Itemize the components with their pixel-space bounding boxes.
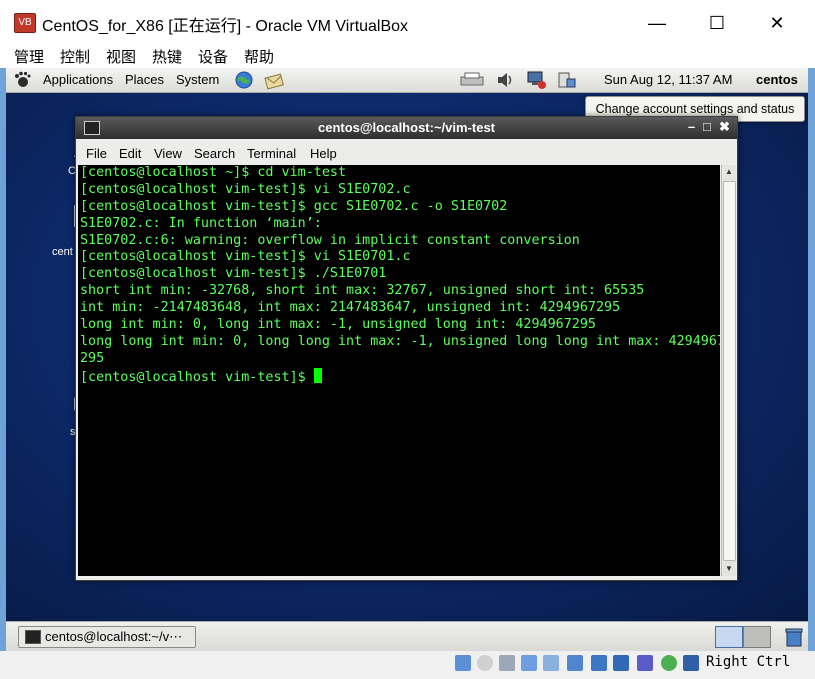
terminal-line: 295 bbox=[80, 350, 105, 366]
menu-control[interactable]: 控制 bbox=[60, 46, 90, 67]
terminal-maximize-button[interactable]: □ bbox=[703, 119, 711, 134]
terminal-line: int min: -2147483648, int max: 214748364… bbox=[80, 300, 621, 316]
scroll-down-arrow-icon[interactable]: ▼ bbox=[722, 562, 736, 576]
vbox-statusbar: Right Ctrl bbox=[0, 651, 815, 679]
vbox-menubar: 管理 控制 视图 热键 设备 帮助 bbox=[0, 44, 815, 68]
gnome-top-panel: Applications Places System Sun Aug 12, 1… bbox=[6, 68, 808, 93]
maximize-button[interactable]: ☐ bbox=[697, 10, 737, 36]
gnome-bottom-panel: centos@localhost:~/v⋯ bbox=[6, 621, 808, 652]
close-button[interactable]: ✕ bbox=[757, 10, 797, 36]
panel-user-menu[interactable]: centos bbox=[756, 72, 798, 87]
guest-additions-icon[interactable] bbox=[661, 655, 677, 671]
taskbar-terminal-item[interactable]: centos@localhost:~/v⋯ bbox=[18, 626, 196, 648]
menu-view[interactable]: 视图 bbox=[106, 46, 136, 67]
taskbar-terminal-icon bbox=[25, 630, 41, 644]
keyboard-capture-icon[interactable] bbox=[683, 655, 699, 671]
terminal-line: S1E0702.c:6: warning: overflow in implic… bbox=[80, 232, 580, 248]
recording-icon[interactable] bbox=[613, 655, 629, 671]
panel-clock[interactable]: Sun Aug 12, 11:37 AM bbox=[604, 72, 732, 87]
terminal-menu-file[interactable]: File bbox=[86, 146, 107, 161]
display-icon[interactable] bbox=[543, 655, 559, 671]
terminal-cursor bbox=[313, 367, 322, 383]
applications-menu[interactable]: Applications bbox=[43, 72, 113, 87]
shared-folders-icon[interactable] bbox=[521, 655, 537, 671]
mouse-integration-icon[interactable] bbox=[455, 655, 471, 671]
taskbar-item-label: centos@localhost:~/v⋯ bbox=[45, 629, 183, 644]
hard-disk-icon[interactable] bbox=[591, 655, 607, 671]
scrollbar-thumb[interactable] bbox=[723, 181, 736, 561]
scroll-up-arrow-icon[interactable]: ▲ bbox=[722, 165, 736, 179]
terminal-scrollbar[interactable]: ▲ ▼ bbox=[721, 165, 736, 576]
terminal-menu-search[interactable]: Search bbox=[194, 146, 235, 161]
usb-icon[interactable] bbox=[499, 655, 515, 671]
network-printer-icon[interactable] bbox=[458, 71, 488, 89]
terminal-menu-view[interactable]: View bbox=[154, 146, 182, 161]
terminal-prompt: [centos@localhost vim-test]$ bbox=[80, 369, 314, 385]
terminal-line: [centos@localhost vim-test]$ vi S1E0701.… bbox=[80, 249, 411, 265]
optical-drive-icon[interactable] bbox=[477, 655, 493, 671]
gnome-foot-icon bbox=[15, 71, 31, 87]
terminal-minimize-button[interactable]: – bbox=[688, 119, 695, 134]
menu-devices[interactable]: 设备 bbox=[198, 46, 228, 67]
mail-client-icon[interactable] bbox=[264, 70, 286, 90]
network-adapter-icon[interactable] bbox=[567, 655, 583, 671]
terminal-line: [centos@localhost ~]$ cd vim-test bbox=[80, 165, 347, 180]
terminal-prompt-line[interactable]: [centos@localhost vim-test]$ bbox=[80, 367, 720, 385]
terminal-title: centos@localhost:~/vim-test bbox=[317, 120, 496, 135]
web-browser-icon[interactable] bbox=[234, 70, 254, 90]
terminal-line: S1E0702.c: In function ‘main’: bbox=[80, 215, 322, 231]
virtualbox-app-icon: VB bbox=[14, 13, 36, 33]
host-key-label: Right Ctrl bbox=[706, 654, 791, 670]
terminal-line: long long int min: 0, long long int max:… bbox=[80, 333, 720, 349]
places-menu[interactable]: Places bbox=[125, 72, 164, 87]
terminal-menubar: File Edit View Search Terminal Help bbox=[76, 139, 737, 165]
menu-help[interactable]: 帮助 bbox=[244, 46, 274, 67]
update-notifier-icon[interactable] bbox=[556, 70, 578, 90]
terminal-line: [centos@localhost vim-test]$ ./S1E0701 bbox=[80, 266, 387, 282]
terminal-line: short int min: -32768, short int max: 32… bbox=[80, 283, 645, 299]
minimize-button[interactable]: — bbox=[637, 10, 677, 36]
cpu-icon[interactable] bbox=[637, 655, 653, 671]
terminal-window[interactable]: centos@localhost:~/vim-test – □ ✖ File E… bbox=[75, 116, 738, 581]
terminal-menu-terminal[interactable]: Terminal bbox=[247, 146, 296, 161]
network-status-icon[interactable] bbox=[526, 70, 548, 90]
window-title: CentOS_for_X86 [正在运行] - Oracle VM Virtua… bbox=[42, 18, 409, 35]
terminal-menu-edit[interactable]: Edit bbox=[119, 146, 141, 161]
volume-icon[interactable] bbox=[496, 71, 516, 89]
terminal-titlebar[interactable]: centos@localhost:~/vim-test – □ ✖ bbox=[76, 117, 737, 139]
desktop-label-home[interactable]: cent bbox=[52, 246, 73, 258]
terminal-output[interactable]: [centos@localhost ~]$ cd vim-test [cento… bbox=[78, 165, 720, 576]
system-menu[interactable]: System bbox=[176, 72, 219, 87]
menu-manage[interactable]: 管理 bbox=[14, 46, 44, 67]
terminal-line: long int min: 0, long int max: -1, unsig… bbox=[80, 317, 596, 333]
workspace-1[interactable] bbox=[715, 626, 743, 648]
terminal-close-button[interactable]: ✖ bbox=[719, 119, 730, 135]
workspace-2[interactable] bbox=[743, 626, 771, 648]
terminal-line: [centos@localhost vim-test]$ gcc S1E0702… bbox=[80, 198, 508, 214]
trash-applet-icon[interactable] bbox=[784, 626, 804, 648]
terminal-line: [centos@localhost vim-test]$ vi S1E0702.… bbox=[80, 181, 411, 197]
vbox-titlebar: VB CentOS_for_X86 [正在运行] - Oracle VM Vir… bbox=[0, 0, 815, 44]
terminal-menu-help[interactable]: Help bbox=[310, 146, 337, 161]
menu-hotkey[interactable]: 热键 bbox=[152, 46, 182, 67]
